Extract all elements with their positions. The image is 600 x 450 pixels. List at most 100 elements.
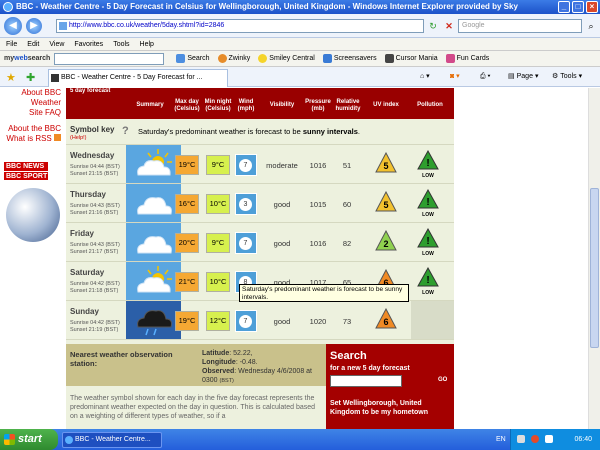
weather-tooltip: Saturday's predominant weather is foreca… <box>239 284 409 302</box>
smiley-icon <box>258 54 268 63</box>
taskbar: start BBC - Weather Centre... EN 06:40 <box>0 429 600 450</box>
nav-about-the-bbc[interactable]: About the BBC <box>0 124 65 134</box>
svg-text:5: 5 <box>383 200 388 210</box>
pollution-warning-icon: ! LOW <box>417 227 439 258</box>
menu-edit[interactable]: Edit <box>27 38 39 50</box>
windows-flag-icon <box>4 434 15 445</box>
rss-icon[interactable]: ◙ ▾ <box>450 70 460 84</box>
security-icon[interactable] <box>531 435 539 443</box>
favorites-star-icon[interactable]: ★ <box>6 71 16 84</box>
address-bar[interactable]: http://www.bbc.co.uk/weather/5day.shtml?… <box>56 19 424 33</box>
window-title: BBC - Weather Centre - 5 Day Forecast in… <box>16 2 518 11</box>
mywebsearch-toolbar: mywebsearch Search Zwinky Smiley Central… <box>0 51 600 67</box>
svg-text:!: ! <box>426 236 429 247</box>
search-panel: Search for a new 5 day forecast GO Set W… <box>326 344 454 429</box>
svg-text:LOW: LOW <box>422 290 434 296</box>
rss-icon <box>54 134 61 141</box>
toolbar-smiley-central[interactable]: Smiley Central <box>258 51 315 67</box>
cloud-icon[interactable] <box>126 184 181 222</box>
svg-text:LOW: LOW <box>422 212 434 218</box>
monitor-icon <box>322 54 332 63</box>
help-question-icon: ? <box>122 125 129 137</box>
wind-arrow-icon: 7 <box>235 232 257 254</box>
sunny-intervals-icon[interactable] <box>126 145 181 183</box>
cursor-icon <box>384 54 394 63</box>
minimize-button[interactable]: _ <box>558 1 570 13</box>
card-icon <box>445 54 455 63</box>
observation-details: Latitude: 52.22, Longitude: -0.48. Obser… <box>202 350 313 384</box>
nav-weather[interactable]: Weather <box>0 98 65 108</box>
page-menu-icon: ▤ <box>508 73 515 80</box>
nav-site-faq[interactable]: Site FAQ <box>0 108 65 118</box>
back-button[interactable]: ◀ <box>4 17 22 35</box>
search-icon[interactable]: ⌕ <box>584 19 598 33</box>
symbol-key-description: Saturday's predominant weather is foreca… <box>138 127 360 136</box>
toolbar-zwinky[interactable]: Zwinky <box>217 51 250 67</box>
tab-bbc-weather[interactable]: BBC - Weather Centre - 5 Day Forecast fo… <box>48 69 228 87</box>
forecast-explanation: The weather symbol shown for each day in… <box>70 395 316 420</box>
tools-menu[interactable]: ⚙ Tools ▾ <box>552 70 582 84</box>
nav-about-bbc-weather[interactable]: About BBC <box>0 88 65 98</box>
menu-favorites[interactable]: Favorites <box>74 38 103 50</box>
uv-index-icon: 6 <box>375 307 397 330</box>
toolbar-cursor-mania[interactable]: Cursor Mania <box>384 51 438 67</box>
menu-view[interactable]: View <box>49 38 64 50</box>
maximize-button[interactable]: □ <box>572 1 584 13</box>
uv-index-icon: 2 <box>375 229 397 252</box>
location-search-input[interactable] <box>330 375 402 387</box>
volume-icon[interactable] <box>545 435 553 443</box>
language-indicator[interactable]: EN <box>496 429 506 450</box>
observation-station-box: Nearest weather observation station: Lat… <box>66 344 326 386</box>
print-icon[interactable]: ⎙ ▾ <box>480 70 491 84</box>
bbc-favicon <box>51 74 59 82</box>
forecast-row-friday: Friday Sunrise 04:43 (BST) Sunset 21:17 (… <box>66 223 454 262</box>
pollution-warning-icon: ! LOW <box>417 266 439 297</box>
toolbar-fun-cards[interactable]: Fun Cards <box>445 51 489 67</box>
go-button[interactable]: GO <box>438 377 447 383</box>
close-button[interactable]: × <box>586 1 598 13</box>
page-menu[interactable]: ▤ Page ▾ <box>508 70 539 84</box>
toolbar-search[interactable]: Search <box>176 51 210 67</box>
cloud-icon[interactable] <box>126 223 181 261</box>
bbc-globe-image <box>6 188 60 242</box>
taskbar-ie-window[interactable]: BBC - Weather Centre... <box>62 432 162 448</box>
wind-arrow-icon: 7 <box>235 154 257 176</box>
zwinky-icon <box>217 54 227 63</box>
forecast-panel: 5 day forecast Summary Max day (Celsius)… <box>66 88 454 429</box>
menu-bar: File Edit View Favorites Tools Help <box>0 38 600 51</box>
svg-text:LOW: LOW <box>422 173 434 179</box>
set-hometown-link[interactable]: Set Wellingborough, United Kingdom to be… <box>330 399 450 417</box>
pollution-warning-icon: ! LOW <box>417 188 439 219</box>
light-rain-icon[interactable] <box>126 301 181 339</box>
symbol-key-help-link[interactable]: (Help!) <box>70 135 87 141</box>
address-row: ◀ ▶ http://www.bbc.co.uk/weather/5day.sh… <box>0 14 600 38</box>
sunny-intervals-icon[interactable] <box>126 262 181 300</box>
system-tray: 06:40 <box>510 429 600 450</box>
home-icon[interactable]: ⌂ ▾ <box>420 70 430 84</box>
search-input[interactable]: Google <box>458 19 582 33</box>
vertical-scrollbar[interactable] <box>588 88 600 429</box>
forward-button[interactable]: ▶ <box>26 18 42 34</box>
toolbar-screensavers[interactable]: Screensavers <box>322 51 377 67</box>
tray-icon[interactable] <box>517 435 525 443</box>
magnifier-icon <box>176 54 186 63</box>
menu-tools[interactable]: Tools <box>113 38 129 50</box>
svg-text:5: 5 <box>383 161 388 171</box>
scrollbar-thumb[interactable] <box>590 188 599 348</box>
left-navigation: About BBC Weather Site FAQ About the BBC… <box>0 88 65 429</box>
svg-text:!: ! <box>426 275 429 286</box>
pollution-warning-icon: ! LOW <box>417 149 439 180</box>
page-icon <box>59 22 67 30</box>
forecast-row-sunday: Sunday Sunrise 04:42 (BST) Sunset 21:19 (… <box>66 301 454 340</box>
nav-what-is-rss[interactable]: What is RSS <box>0 134 65 144</box>
svg-text:!: ! <box>426 197 429 208</box>
start-button[interactable]: start <box>0 429 58 450</box>
stop-icon[interactable]: ✕ <box>442 19 456 33</box>
refresh-icon[interactable]: ↻ <box>426 19 440 33</box>
mywebsearch-input[interactable] <box>54 52 165 65</box>
add-favorites-icon[interactable]: ✚ <box>26 71 35 84</box>
window-titlebar: BBC - Weather Centre - 5 Day Forecast in… <box>0 0 600 14</box>
menu-help[interactable]: Help <box>140 38 154 50</box>
bbc-news-sport-logo[interactable]: BBC NEWS BBC SPORT <box>4 162 48 180</box>
menu-file[interactable]: File <box>6 38 17 50</box>
